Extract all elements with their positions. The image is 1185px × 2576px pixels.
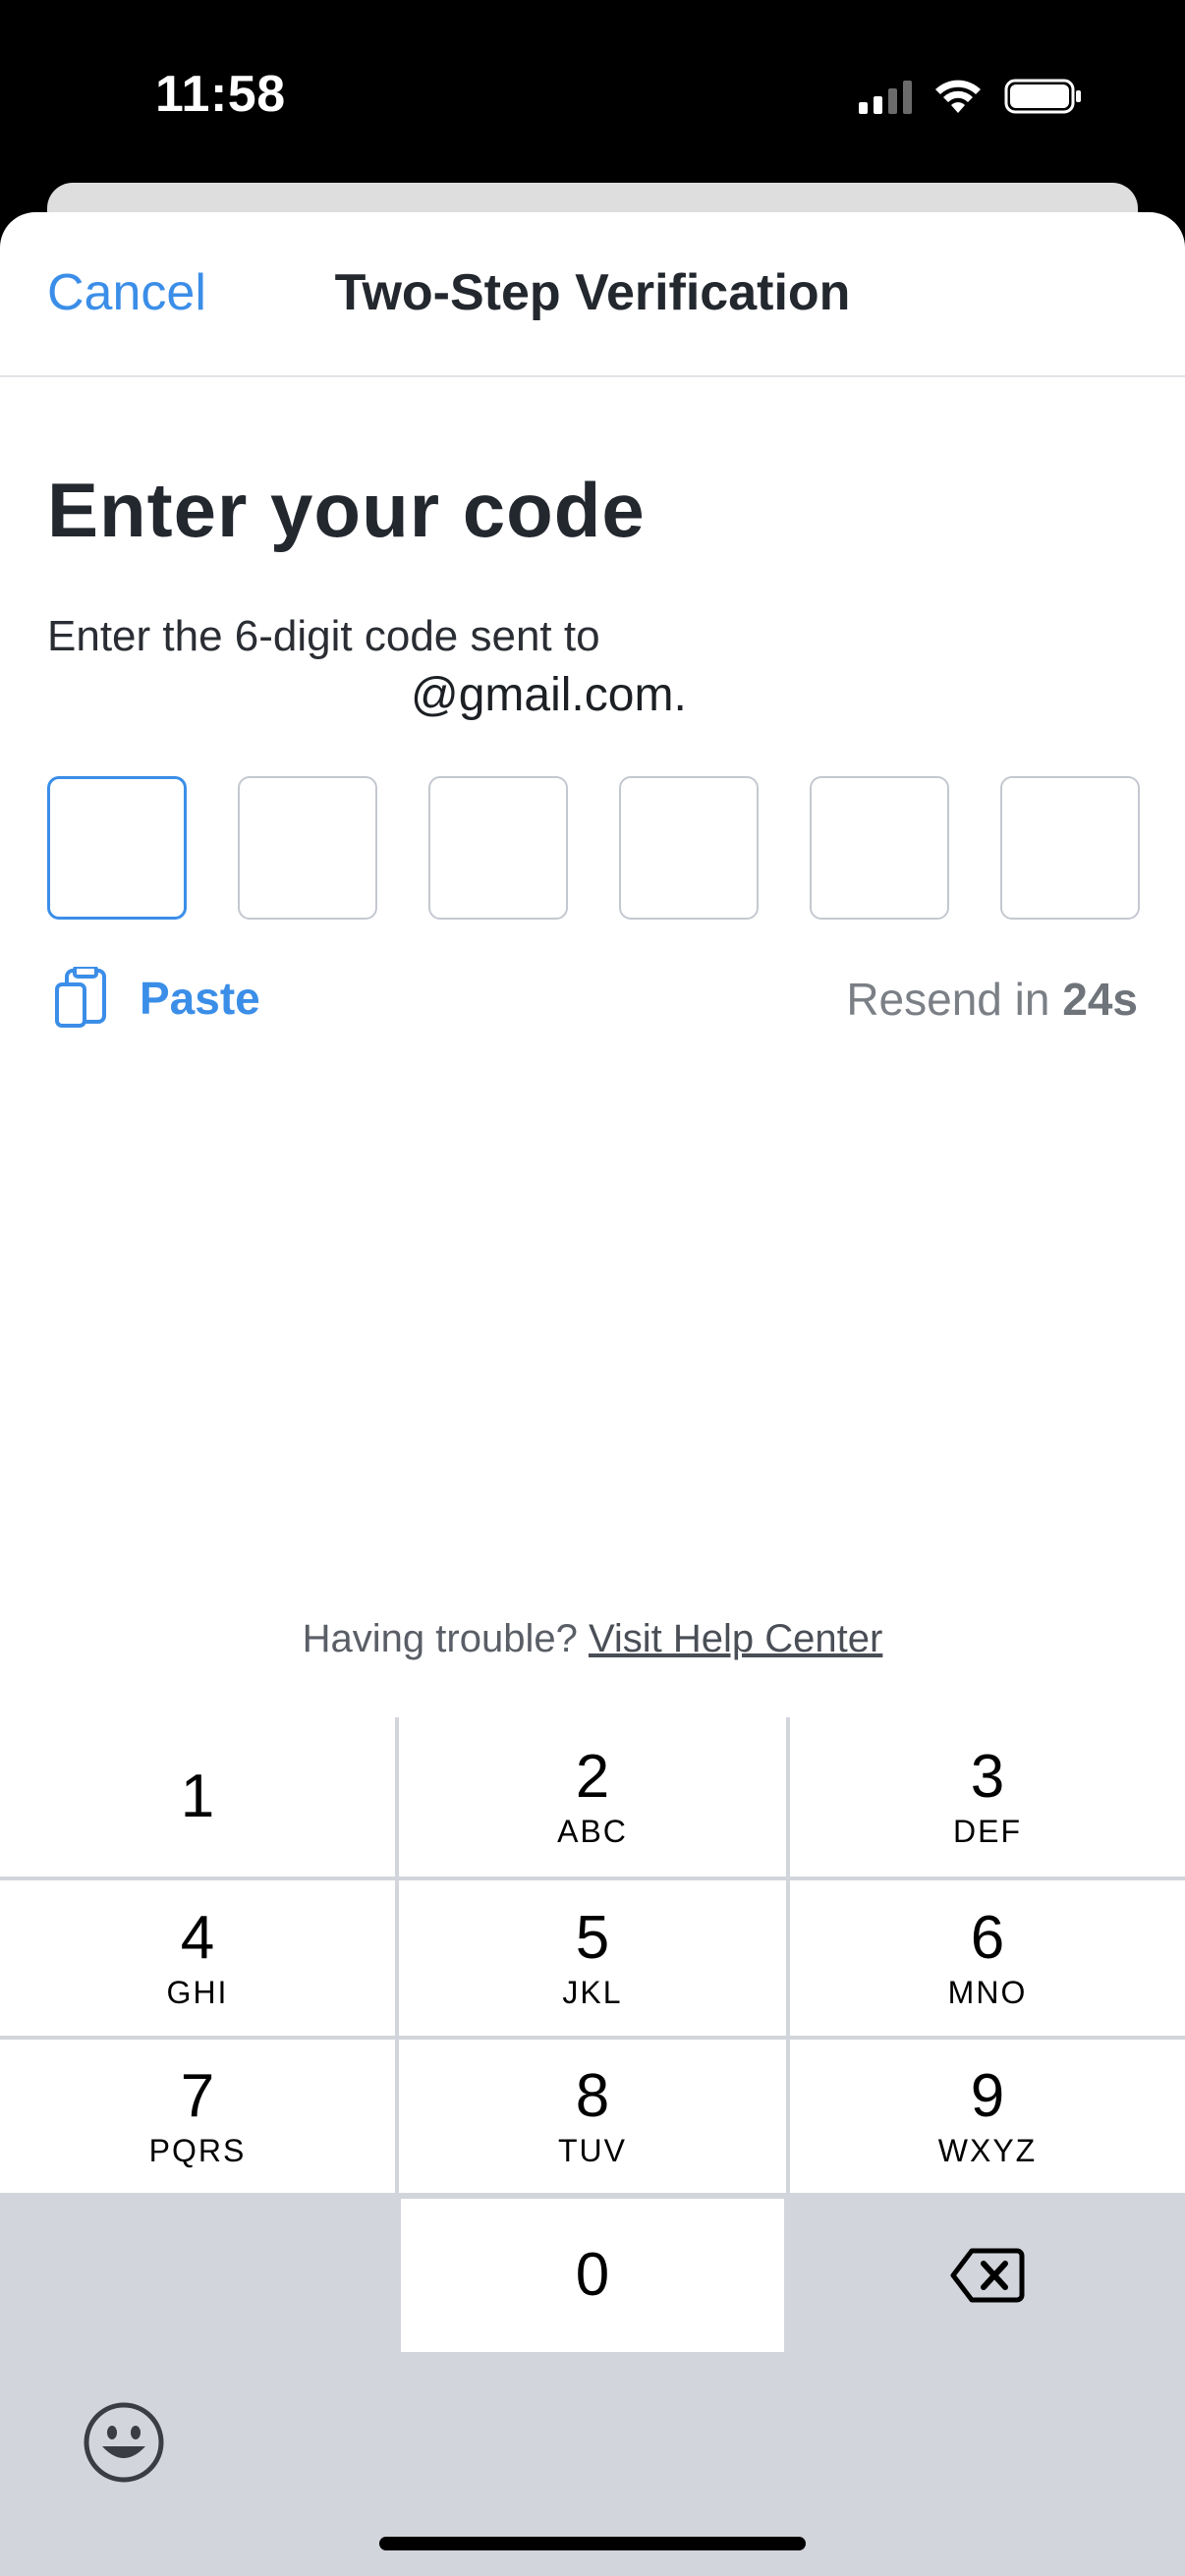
code-digit-4[interactable] (619, 776, 759, 920)
key-letters: MNO (947, 1974, 1028, 2010)
key-0[interactable]: 0 (401, 2199, 784, 2352)
code-input-row (47, 776, 1140, 920)
verification-sheet: Cancel Two-Step Verification Enter your … (0, 212, 1185, 2576)
key-letters: WXYZ (937, 2132, 1038, 2168)
key-number: 6 (970, 1903, 1005, 1972)
key-letters: GHI (166, 1974, 229, 2010)
key-9[interactable]: 9 WXYZ (790, 2040, 1185, 2193)
key-number: 2 (575, 1742, 610, 1811)
wifi-icon (935, 80, 981, 113)
key-letters: TUV (558, 2132, 627, 2168)
trouble-text: Having trouble? (302, 1617, 578, 1660)
numeric-keypad: 1 2 ABC 3 DEF 4 GHI 5 JKL 6 MNO 7 PQRS 8… (0, 1717, 1185, 2576)
resend-timer: Resend in 24s (846, 973, 1138, 1026)
help-prompt: Having trouble? Visit Help Center (0, 1617, 1185, 1661)
backspace-key[interactable] (790, 2199, 1185, 2352)
email-text: @gmail.com. (411, 669, 687, 721)
key-letters: PQRS (148, 2132, 247, 2168)
key-6[interactable]: 6 MNO (790, 1880, 1185, 2036)
resend-seconds: 24s (1062, 974, 1138, 1025)
key-number: 0 (575, 2241, 610, 2309)
key-3[interactable]: 3 DEF (790, 1717, 1185, 1876)
key-number: 5 (575, 1903, 610, 1972)
key-5[interactable]: 5 JKL (399, 1880, 786, 2036)
key-number: 8 (575, 2061, 610, 2130)
key-number: 1 (180, 1763, 215, 1830)
code-digit-5[interactable] (810, 776, 949, 920)
status-icons (859, 75, 1083, 118)
paste-button[interactable]: Paste (53, 967, 260, 1030)
code-digit-1[interactable] (47, 776, 187, 920)
navigation-bar: Cancel Two-Step Verification (0, 212, 1185, 377)
status-bar: 11:58 (0, 0, 1185, 187)
status-time: 11:58 (155, 66, 286, 123)
key-letters: JKL (562, 1974, 623, 2010)
key-letters: DEF (953, 1813, 1022, 1849)
code-digit-2[interactable] (238, 776, 377, 920)
battery-icon (1004, 79, 1081, 114)
key-letters: ABC (557, 1813, 628, 1849)
key-number: 3 (970, 1742, 1005, 1811)
nav-title-text: Two-Step Verification (334, 264, 851, 321)
key-8[interactable]: 8 TUV (399, 2040, 786, 2193)
key-2[interactable]: 2 ABC (399, 1717, 786, 1876)
key-7[interactable]: 7 PQRS (0, 2040, 395, 2193)
code-digit-6[interactable] (1000, 776, 1140, 920)
emoji-icon[interactable] (83, 2401, 165, 2484)
clipboard-icon (55, 967, 106, 1028)
code-digit-3[interactable] (428, 776, 568, 920)
paste-label: Paste (140, 973, 260, 1024)
key-number: 9 (970, 2061, 1005, 2130)
key-number: 7 (180, 2061, 215, 2130)
key-number: 4 (180, 1903, 215, 1972)
backspace-icon (950, 2248, 1025, 2303)
instructions-text: Enter the 6-digit code sent to (47, 612, 600, 660)
nav-title: Two-Step Verification (0, 263, 1185, 322)
home-indicator (379, 2537, 806, 2550)
cellular-signal-icon (859, 79, 912, 114)
page-heading: Enter your code (47, 467, 646, 553)
key-4[interactable]: 4 GHI (0, 1880, 395, 2036)
resend-prefix: Resend in (846, 974, 1050, 1025)
key-1[interactable]: 1 (0, 1717, 395, 1876)
help-center-link[interactable]: Visit Help Center (589, 1617, 882, 1660)
